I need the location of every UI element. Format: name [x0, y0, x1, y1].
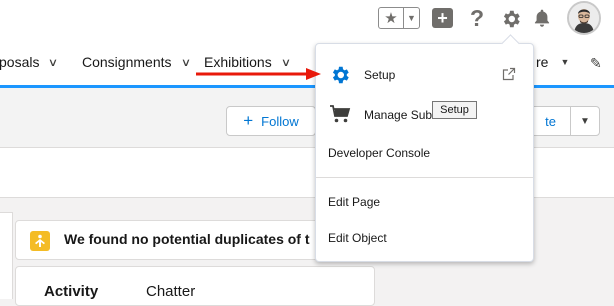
menu-item-label: Edit Page — [328, 195, 381, 209]
nav-item-label: re — [536, 54, 549, 70]
favorites-button[interactable]: ★ ▼ — [378, 7, 420, 29]
menu-item-developer-console[interactable]: Developer Console — [316, 140, 533, 166]
nav-item-consignments[interactable]: Consignments ∨ — [82, 54, 191, 70]
menu-divider — [316, 177, 533, 178]
setup-tooltip: Setup — [432, 101, 477, 119]
chevron-down-icon[interactable]: ∨ — [48, 56, 58, 69]
menu-item-edit-object[interactable]: Edit Object — [316, 225, 533, 251]
tab-chatter[interactable]: Chatter — [146, 283, 195, 300]
menu-item-manage-subscriptions[interactable]: Manage Subs — [316, 98, 533, 132]
plus-icon: + — [243, 111, 254, 130]
nav-item-label: Consignments — [82, 54, 172, 70]
gear-icon — [329, 64, 351, 89]
tab-activity[interactable]: Activity — [44, 283, 98, 300]
help-icon[interactable]: ? — [466, 5, 488, 31]
menu-item-setup[interactable]: Setup — [316, 58, 533, 92]
caret-down-icon[interactable]: ▼ — [571, 107, 599, 135]
follow-button[interactable]: + Follow — [226, 106, 316, 136]
activity-card: Activity Chatter — [15, 266, 375, 306]
annotation-arrow — [196, 68, 321, 80]
caret-down-icon[interactable]: ▼ — [560, 57, 569, 67]
menu-item-label: Manage Subs — [364, 108, 439, 122]
gear-icon[interactable] — [498, 6, 524, 32]
plus-icon[interactable]: + — [432, 8, 453, 28]
nav-item-more[interactable]: re ▼ — [536, 54, 569, 70]
global-header: ★ ▼ + ? — [0, 0, 614, 42]
left-panel-edge — [0, 212, 13, 299]
avatar[interactable] — [567, 1, 601, 35]
caret-down-icon[interactable]: ▼ — [404, 8, 419, 28]
external-link-icon[interactable] — [502, 67, 516, 84]
nav-item-label: posals — [0, 54, 40, 70]
chevron-down-icon[interactable]: ∨ — [180, 56, 190, 69]
menu-item-label: Developer Console — [328, 146, 431, 160]
follow-label: Follow — [261, 113, 299, 129]
menu-item-label: Edit Object — [328, 231, 387, 245]
duplicates-message: We found no potential duplicates of t — [64, 231, 310, 247]
menu-item-label: Setup — [364, 68, 396, 82]
setup-menu: Setup Manage Subs Developer Console Edit… — [315, 34, 534, 262]
bell-icon[interactable] — [530, 6, 554, 30]
star-icon[interactable]: ★ — [379, 8, 404, 28]
pencil-icon[interactable]: ✎ — [590, 55, 602, 72]
cart-icon — [329, 104, 351, 127]
duplicate-icon — [30, 231, 50, 251]
menu-item-edit-page[interactable]: Edit Page — [316, 189, 533, 215]
nav-item-proposals[interactable]: posals ∨ — [0, 54, 59, 70]
